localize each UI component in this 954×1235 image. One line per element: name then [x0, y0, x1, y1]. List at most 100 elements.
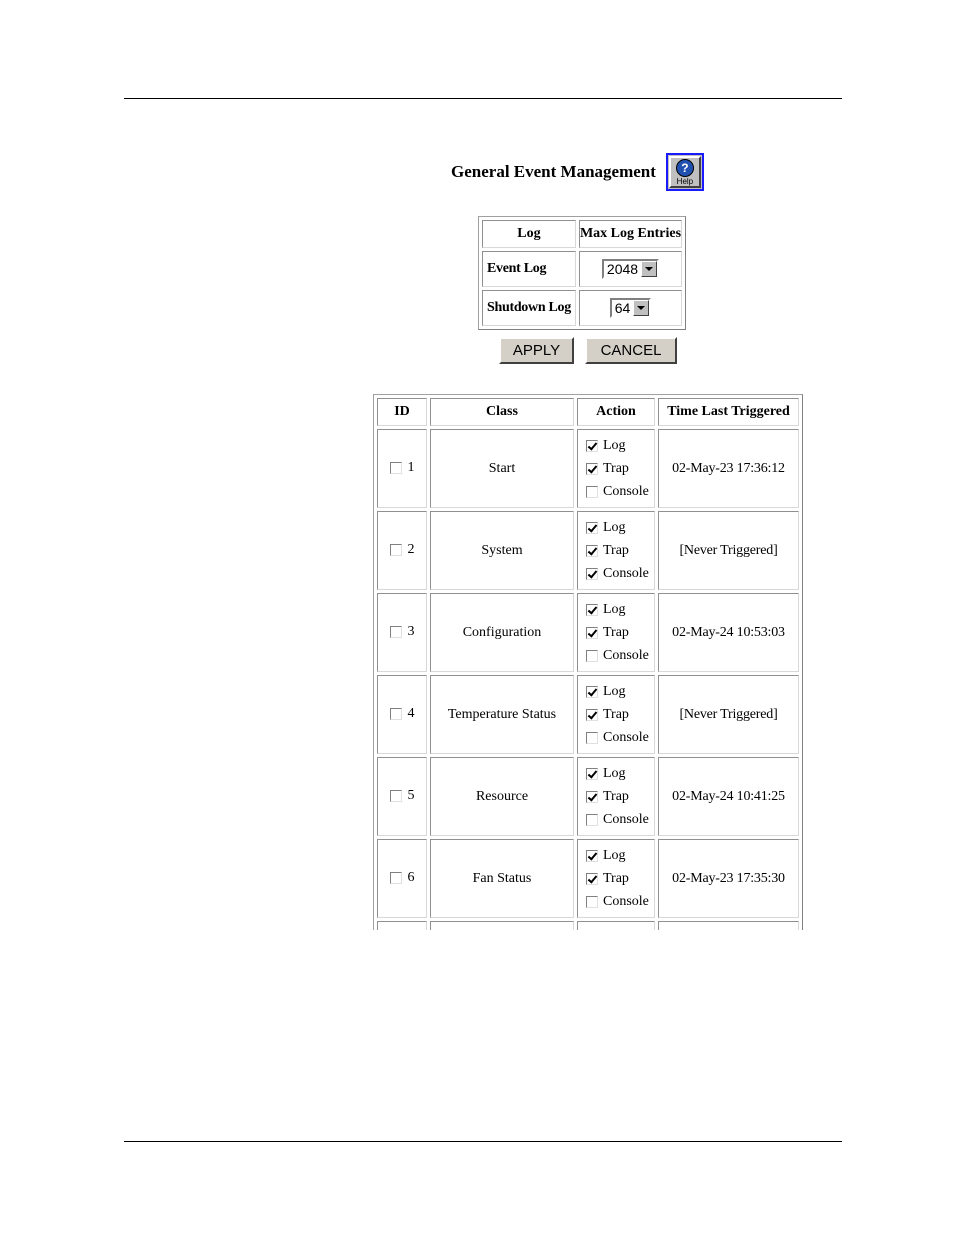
- event-table-viewport: ID Class Action Time Last Triggered 1 Sta…: [373, 394, 803, 930]
- action-console: Console: [586, 644, 654, 667]
- action-log: Log: [586, 598, 654, 621]
- console-checkbox[interactable]: [586, 567, 598, 580]
- help-button[interactable]: ? Help: [665, 153, 704, 191]
- trap-label: Trap: [603, 460, 629, 476]
- action-console: Console: [586, 890, 654, 913]
- row-select-checkbox[interactable]: [389, 626, 402, 639]
- row-select-checkbox[interactable]: [389, 790, 402, 803]
- event-id: 2: [407, 542, 415, 558]
- event-row: 5 Resource Log Trap Console 02-May-24 10:41:2…: [377, 757, 799, 836]
- row-select-checkbox[interactable]: [389, 872, 402, 885]
- event-id: 3: [407, 624, 415, 640]
- event-class: Start: [430, 429, 574, 508]
- time-last-triggered: 02-May-23 17:35:30: [658, 839, 799, 918]
- log-label: Log: [603, 519, 626, 535]
- time-last-triggered: 02-May-24 10:41:25: [658, 757, 799, 836]
- time-last-triggered: 02-May-24 10:53:03: [658, 593, 799, 672]
- id-cell: 2: [377, 511, 427, 590]
- log-checkbox[interactable]: [586, 439, 598, 452]
- trap-checkbox[interactable]: [586, 790, 598, 803]
- trap-checkbox[interactable]: [586, 872, 598, 885]
- event-log-row: Event Log 2048: [482, 251, 683, 287]
- header-rule: [124, 98, 842, 99]
- event-class: Configuration: [430, 593, 574, 672]
- event-log-max-select[interactable]: 2048: [601, 259, 660, 279]
- id-cell: 4: [377, 675, 427, 754]
- header-class: Class: [430, 398, 574, 426]
- trap-checkbox[interactable]: [586, 626, 598, 639]
- event-row: 2 System Log Trap Console [Never Triggered]: [377, 511, 799, 590]
- cancel-button[interactable]: CANCEL: [585, 337, 677, 364]
- action-trap: Trap: [586, 785, 654, 808]
- row-select-checkbox[interactable]: [389, 708, 402, 721]
- title-row: General Event Management ? Help: [451, 151, 704, 193]
- shutdown-log-row: Shutdown Log 64: [482, 290, 683, 326]
- action-log: Log: [586, 762, 654, 785]
- event-row: 4 Temperature Status Log Trap Console [Never …: [377, 675, 799, 754]
- action-console: Console: [586, 808, 654, 831]
- apply-button[interactable]: APPLY: [499, 337, 574, 364]
- chevron-down-icon[interactable]: [641, 261, 658, 277]
- action-log: Log: [586, 516, 654, 539]
- console-checkbox[interactable]: [586, 485, 598, 498]
- time-last-triggered: 02-May-23 17:36:12: [658, 429, 799, 508]
- log-checkbox[interactable]: [586, 849, 598, 862]
- row-select-checkbox[interactable]: [389, 462, 402, 475]
- event-class: Temperature Status: [430, 675, 574, 754]
- header-max-log-entries: Max Log Entries: [578, 220, 683, 248]
- action-trap: Trap: [586, 867, 654, 890]
- trap-checkbox[interactable]: [586, 544, 598, 557]
- action-cell: Log Trap Console: [577, 757, 655, 836]
- log-checkbox[interactable]: [586, 685, 598, 698]
- log-label: Log: [603, 601, 626, 617]
- action-cell: Log Trap Console: [577, 511, 655, 590]
- event-row: 1 Start Log Trap Console 02-May-23 17:36:12: [377, 429, 799, 508]
- action-cell: Log Trap Console: [577, 593, 655, 672]
- trap-checkbox[interactable]: [586, 462, 598, 475]
- console-checkbox[interactable]: [586, 731, 598, 744]
- row-select-checkbox[interactable]: [389, 544, 402, 557]
- action-trap: Trap: [586, 621, 654, 644]
- id-cell: 6: [377, 839, 427, 918]
- action-trap: Trap: [586, 703, 654, 726]
- event-id: 5: [407, 788, 415, 804]
- chevron-down-icon[interactable]: [633, 300, 650, 316]
- log-label: Log: [603, 847, 626, 863]
- trap-label: Trap: [603, 870, 629, 886]
- trap-checkbox[interactable]: [586, 708, 598, 721]
- shutdown-log-max-select[interactable]: 64: [609, 298, 652, 318]
- id-cell: [377, 921, 427, 930]
- header-action: Action: [577, 398, 655, 426]
- time-last-triggered: [Never Triggered]: [658, 675, 799, 754]
- help-label: Help: [676, 176, 694, 186]
- header-log: Log: [482, 220, 576, 248]
- time-last-triggered: [Never Triggered]: [658, 511, 799, 590]
- log-label: Log: [603, 683, 626, 699]
- action-log: Log: [586, 844, 654, 867]
- console-checkbox[interactable]: [586, 895, 598, 908]
- trap-label: Trap: [603, 706, 629, 722]
- shutdown-log-label: Shutdown Log: [482, 290, 576, 326]
- trap-label: Trap: [603, 624, 629, 640]
- header-id: ID: [377, 398, 427, 426]
- event-row-partial: [377, 921, 799, 930]
- log-checkbox[interactable]: [586, 603, 598, 616]
- console-checkbox[interactable]: [586, 649, 598, 662]
- trap-label: Trap: [603, 788, 629, 804]
- log-checkbox[interactable]: [586, 521, 598, 534]
- action-trap: Trap: [586, 539, 654, 562]
- console-checkbox[interactable]: [586, 813, 598, 826]
- event-class: System: [430, 511, 574, 590]
- log-checkbox[interactable]: [586, 767, 598, 780]
- action-cell: Log Trap Console: [577, 839, 655, 918]
- event-log-label: Event Log: [482, 251, 576, 287]
- trap-label: Trap: [603, 542, 629, 558]
- shutdown-log-max-value: 64: [614, 300, 631, 316]
- action-cell: Log Trap Console: [577, 675, 655, 754]
- event-class: Fan Status: [430, 839, 574, 918]
- console-label: Console: [603, 647, 649, 663]
- event-row: 3 Configuration Log Trap Console 02-May-24 10…: [377, 593, 799, 672]
- action-console: Console: [586, 480, 654, 503]
- id-cell: 5: [377, 757, 427, 836]
- log-label: Log: [603, 765, 626, 781]
